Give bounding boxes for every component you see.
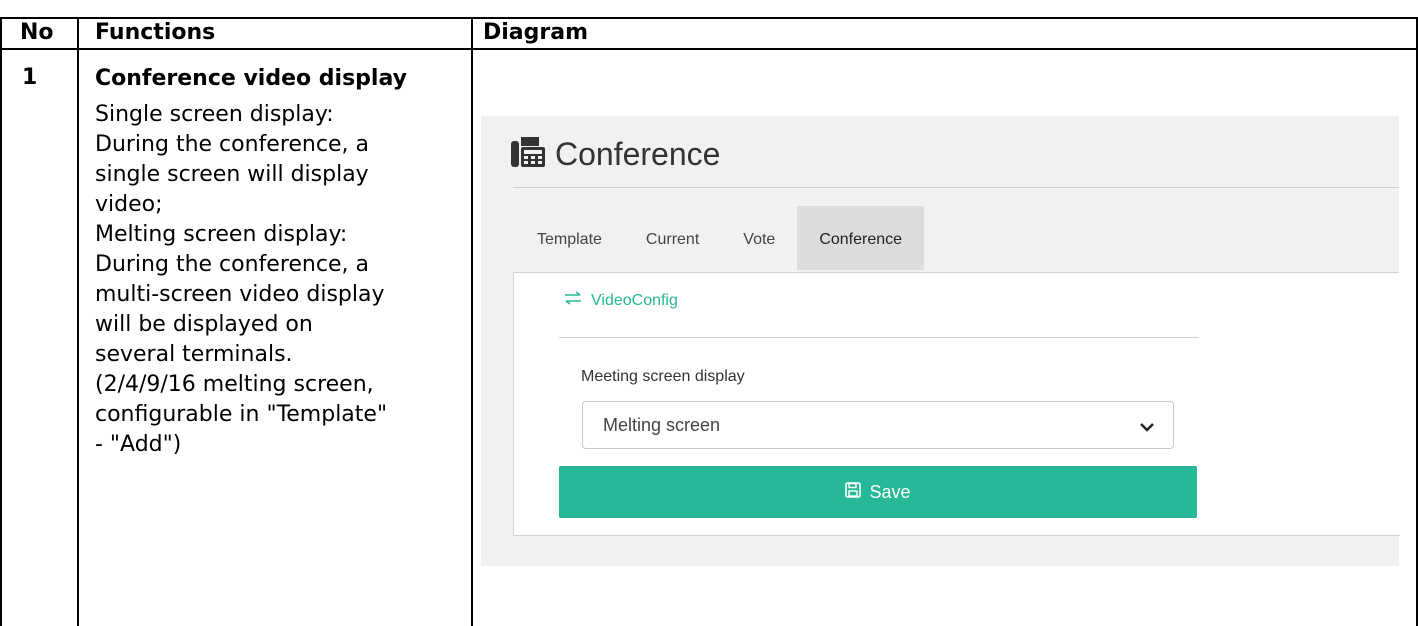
table-left-border xyxy=(0,17,2,626)
function-description: Single screen display: During the confer… xyxy=(95,100,475,460)
select-value: Melting screen xyxy=(603,415,721,435)
tab-bar: Template Current Vote Conference xyxy=(513,206,925,270)
page-title: Conference xyxy=(555,136,721,172)
header-divider xyxy=(513,187,1399,188)
function-line: During the conference, a xyxy=(95,132,369,157)
function-line: several terminals. xyxy=(95,342,293,367)
save-button[interactable]: Save xyxy=(559,466,1197,518)
header-diagram: Diagram xyxy=(483,20,589,45)
function-line: Single screen display: xyxy=(95,102,334,127)
header-no: No xyxy=(20,20,54,45)
videoconfig-label: VideoConfig xyxy=(591,291,678,309)
row-number: 1 xyxy=(22,65,38,90)
function-line: multi-screen video display xyxy=(95,282,385,307)
page-header: Conference xyxy=(511,134,720,174)
save-label: Save xyxy=(869,481,911,502)
function-line: video; xyxy=(95,192,163,217)
function-line: configurable in "Template" xyxy=(95,402,388,427)
table-header-border xyxy=(0,48,1418,50)
tab-vote[interactable]: Vote xyxy=(721,206,797,270)
exchange-icon xyxy=(563,291,583,310)
meeting-screen-display-label: Meeting screen display xyxy=(581,368,745,385)
tab-current[interactable]: Current xyxy=(624,206,721,270)
function-line: single screen will display xyxy=(95,162,369,187)
function-title: Conference video display xyxy=(95,66,407,91)
function-line: During the conference, a xyxy=(95,252,369,277)
fax-icon xyxy=(511,137,545,171)
section-divider xyxy=(559,337,1199,338)
function-line: (2/4/9/16 melting screen, xyxy=(95,372,374,397)
header-functions: Functions xyxy=(95,20,216,45)
conference-screenshot: Conference Template Current Vote Confere… xyxy=(481,116,1400,566)
meeting-screen-display-select[interactable]: Melting screen xyxy=(582,401,1174,449)
table-top-border xyxy=(0,17,1418,19)
table-col-divider-1 xyxy=(77,17,79,626)
tab-conference[interactable]: Conference xyxy=(797,206,925,270)
function-line: will be displayed on xyxy=(95,312,313,337)
function-line: Melting screen display: xyxy=(95,222,348,247)
chevron-down-icon xyxy=(1139,418,1155,437)
tab-template[interactable]: Template xyxy=(513,206,624,270)
function-line: - "Add") xyxy=(95,432,182,457)
videoconfig-link[interactable]: VideoConfig xyxy=(563,291,678,310)
floppy-disk-icon xyxy=(845,481,862,503)
